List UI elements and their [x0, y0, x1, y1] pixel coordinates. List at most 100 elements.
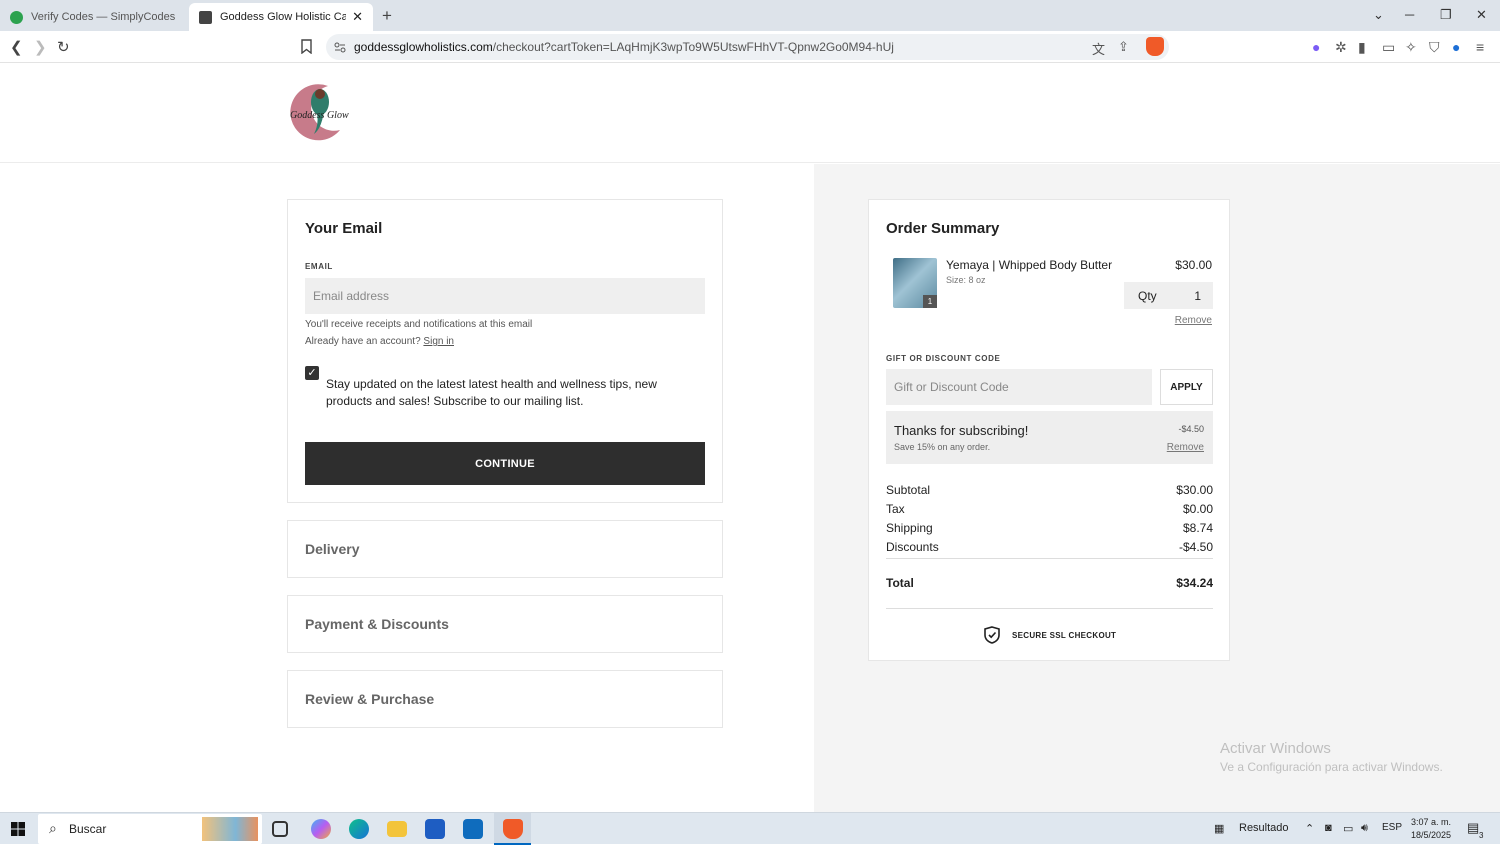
close-window-button[interactable]: ✕ [1476, 7, 1487, 23]
clock-date: 18/5/2025 [1411, 830, 1452, 840]
close-tab-icon[interactable]: ✕ [352, 9, 363, 25]
store-icon [199, 10, 212, 24]
restore-button[interactable]: ❐ [1440, 7, 1452, 23]
weather-text[interactable]: Resultado [1239, 822, 1289, 834]
order-summary: Order Summary 1 Yemaya | Whipped Body Bu… [868, 199, 1230, 661]
windows-start-icon[interactable] [11, 822, 25, 836]
applied-promo: Thanks for subscribing! Save 15% on any … [886, 411, 1213, 464]
tab-list-icon[interactable]: ⌄ [1373, 7, 1384, 23]
search-icon: ⌕ [49, 820, 57, 836]
tab-title: Verify Codes — SimplyCodes [31, 11, 176, 23]
remove-promo-link[interactable]: Remove [1167, 442, 1204, 453]
copilot-icon[interactable] [311, 819, 331, 839]
brave-shields-icon[interactable] [1146, 37, 1164, 56]
task-view-icon[interactable] [272, 821, 288, 837]
email-placeholder: Email address [313, 289, 390, 303]
discount-code-input[interactable]: Gift or Discount Code [886, 369, 1152, 405]
qty-value: 1 [1194, 289, 1201, 303]
email-help-text: You'll receive receipts and notification… [305, 319, 533, 330]
windows-taskbar: ⌕ Buscar ▦ Resultado ⌃ ◙ ▭ 🔊︎ ESP 3:07 a… [0, 812, 1500, 845]
brave-taskbar-button[interactable] [494, 813, 531, 845]
email-label: EMAIL [305, 262, 333, 271]
subscribe-text: Stay updated on the latest latest health… [326, 377, 657, 408]
address-bar[interactable]: goddessglowholistics.com/checkout?cartTo… [326, 34, 1169, 60]
site-header: Goddess Glow [0, 64, 1500, 163]
email-section-title: Your Email [305, 220, 383, 237]
back-button[interactable]: ❮ [10, 38, 23, 56]
forward-button[interactable]: ❯ [34, 38, 47, 56]
wallet-icon[interactable]: ▭ [1382, 39, 1395, 56]
tab-verify-codes[interactable]: Verify Codes — SimplyCodes [0, 3, 186, 31]
menu-icon[interactable]: ≡ [1476, 39, 1484, 55]
language-indicator[interactable]: ESP [1382, 822, 1402, 833]
file-explorer-icon[interactable] [387, 821, 407, 837]
product-thumbnail: 1 [893, 258, 937, 308]
search-highlight-image [202, 817, 258, 841]
site-settings-icon[interactable] [334, 41, 346, 53]
promo-amount: -$4.50 [1178, 424, 1204, 434]
product-name: Yemaya | Whipped Body Butter [946, 258, 1113, 272]
tab-goddess-glow[interactable]: Goddess Glow Holistic Care | Se ✕ [189, 3, 373, 31]
reload-button[interactable]: ↻ [57, 38, 70, 56]
logo-text: Goddess Glow [290, 110, 349, 121]
edge-icon[interactable] [349, 819, 369, 839]
product-price: $30.00 [1175, 258, 1212, 272]
leo-ai-icon[interactable]: ● [1312, 39, 1320, 55]
step-delivery[interactable]: Delivery [287, 520, 723, 578]
share-icon[interactable]: ⇪ [1118, 39, 1129, 55]
goddess-glow-logo[interactable]: Goddess Glow [288, 80, 350, 142]
quantity-selector[interactable]: Qty 1 [1124, 282, 1213, 309]
shield-check-icon [984, 626, 1000, 644]
tray-expand-icon[interactable]: ⌃ [1305, 822, 1314, 835]
volume-icon[interactable]: 🔊︎ [1361, 822, 1368, 835]
store-app-icon[interactable] [425, 819, 445, 839]
sign-in-link[interactable]: Sign in [423, 336, 454, 347]
product-size: Size: 8 oz [946, 275, 986, 285]
remove-item-link[interactable]: Remove [1175, 315, 1212, 326]
windows-activation-watermark: Activar Windows Ve a Configuración para … [1220, 740, 1443, 774]
step-delivery-title: Delivery [305, 541, 360, 557]
step-review[interactable]: Review & Purchase [287, 670, 723, 728]
profile-icon[interactable]: ● [1452, 39, 1460, 55]
camera-icon[interactable]: ◙ [1325, 822, 1332, 834]
secure-checkout-badge: SECURE SSL CHECKOUT [984, 626, 1116, 644]
watermark-title: Activar Windows [1220, 740, 1331, 757]
bookmark-icon[interactable] [300, 39, 313, 54]
sparkle-icon[interactable]: ✧ [1405, 39, 1417, 56]
vpn-shield-icon[interactable]: ⛉ [1429, 39, 1440, 56]
translate-icon[interactable]: 文 [1092, 39, 1105, 58]
new-tab-button[interactable]: + [382, 6, 392, 26]
step-payment-title: Payment & Discounts [305, 616, 449, 632]
sidebar-icon[interactable]: ▮ [1358, 39, 1366, 56]
step-payment[interactable]: Payment & Discounts [287, 595, 723, 653]
tab-title: Goddess Glow Holistic Care | Se [220, 11, 347, 23]
email-input[interactable]: Email address [305, 278, 705, 314]
apply-button[interactable]: APPLY [1160, 369, 1213, 405]
browser-tab-bar: Verify Codes — SimplyCodes Goddess Glow … [0, 0, 1500, 31]
totals-divider [886, 558, 1213, 559]
extensions-icon[interactable]: ✲ [1335, 39, 1347, 56]
secure-text: SECURE SSL CHECKOUT [1012, 630, 1117, 640]
notification-icon[interactable]: ▤ [1467, 820, 1479, 836]
promo-subtitle: Save 15% on any order. [894, 442, 991, 452]
taskbar-clock[interactable]: 3:07 a. m. 18/5/2025 [1411, 816, 1451, 842]
brave-icon [503, 819, 523, 839]
secure-divider [886, 608, 1213, 609]
promo-title: Thanks for subscribing! [894, 423, 1029, 438]
subscribe-checkbox[interactable]: ✓ [305, 366, 319, 380]
minimize-button[interactable]: ─ [1405, 7, 1414, 22]
clock-time: 3:07 a. m. [1411, 817, 1452, 827]
notification-count: 3 [1479, 831, 1484, 840]
quantity-badge: 1 [923, 295, 937, 308]
discount-label: GIFT OR DISCOUNT CODE [886, 354, 1001, 363]
network-icon[interactable]: ▭ [1343, 822, 1353, 835]
simplycodes-icon [10, 10, 23, 24]
outlook-icon[interactable] [463, 819, 483, 839]
continue-button[interactable]: CONTINUE [305, 442, 705, 485]
step-review-title: Review & Purchase [305, 691, 435, 707]
news-flag-icon[interactable]: ▦ [1214, 822, 1224, 835]
browser-toolbar: ❮ ❯ ↻ goddessglowholistics.com/checkout?… [0, 31, 1500, 63]
taskbar-search[interactable]: ⌕ Buscar [38, 814, 262, 844]
qty-label: Qty [1138, 289, 1157, 303]
watermark-subtitle: Ve a Configuración para activar Windows. [1220, 760, 1443, 774]
